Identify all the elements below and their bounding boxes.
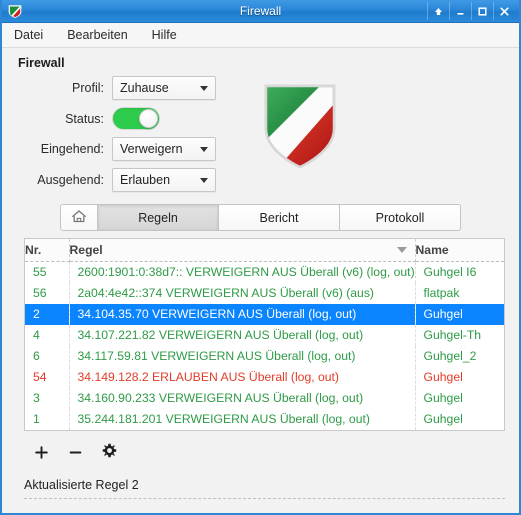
chevron-down-icon[interactable] [396,247,407,253]
menu-bar: Datei Bearbeiten Hilfe [2,23,519,48]
tab-protokoll-label: Protokoll [375,210,425,225]
cell-regel: 34.149.128.2 ERLAUBEN AUS Überall (log, … [69,366,416,388]
page-title: Firewall [18,56,65,70]
column-header-nr[interactable]: Nr. [25,239,70,262]
title-bar[interactable]: Firewall [2,0,519,23]
main-content: Firewall Profil: Zuhause Status: Eingehe… [2,48,519,513]
minimize-button[interactable] [449,2,471,20]
rules-action-toolbar [24,439,505,467]
profile-value: Zuhause [120,81,169,95]
column-header-regel-label: Regel [69,243,103,257]
outgoing-policy-select[interactable]: Erlauben [112,168,216,192]
bottom-divider [24,497,505,500]
rules-table-header: Nr. Regel Name [25,239,504,262]
status-toggle[interactable] [112,107,160,130]
shade-button[interactable] [427,2,449,20]
outgoing-policy-value: Erlauben [120,173,171,187]
menu-item-datei[interactable]: Datei [12,26,45,44]
table-row[interactable]: 1 35.244.181.201 VERWEIGERN AUS Überall (… [25,408,504,430]
table-row[interactable]: 4 34.107.221.82 VERWEIGERN AUS Überall (l… [25,324,504,346]
cell-name: Guhgel [415,303,504,325]
firewall-shield-logo [262,82,338,177]
cell-nr: 54 [25,366,70,388]
table-row[interactable]: 54 34.149.128.2 ERLAUBEN AUS Überall (log… [25,366,504,388]
cell-name: Guhgel [423,370,463,384]
rules-table-body: 55 2600:1901:0:38d7:: VERWEIGERN AUS Über… [25,261,504,430]
table-row[interactable]: 56 2a04:4e42::374 VERWEIGERN AUS Überall … [25,282,504,304]
cell-name: Guhgel [423,391,463,405]
chevron-down-icon [200,146,208,152]
cell-name: Guhgel I6 [423,265,477,280]
cell-nr: 1 [25,408,70,430]
incoming-policy-select[interactable]: Verweigern [112,137,216,161]
cell-regel: 34.117.59.81 VERWEIGERN AUS Überall (log… [69,345,416,367]
rules-table-container: Nr. Regel Name 55 2600:1901:0:38d7:: VERW… [24,238,505,431]
cell-regel: 34.160.90.233 VERWEIGERN AUS Überall (lo… [69,387,416,409]
tab-protokoll[interactable]: Protokoll [340,204,461,231]
cell-nr: 56 [25,282,70,304]
close-button[interactable] [493,2,515,20]
toggle-knob [139,109,158,128]
home-icon [71,209,87,227]
profile-select[interactable]: Zuhause [112,76,216,100]
rule-settings-button[interactable] [92,440,126,466]
status-label: Status: [65,111,104,126]
tab-bericht-label: Bericht [259,210,299,225]
cell-nr: 6 [25,345,70,367]
chevron-down-icon [200,85,208,91]
settings-grid: Profil: Zuhause Status: Eingehend: Verwe… [2,76,216,192]
cell-regel: 2600:1901:0:38d7:: VERWEIGERN AUS Überal… [69,261,416,283]
tab-bar: Regeln Bericht Protokoll [60,204,519,231]
incoming-policy-value: Verweigern [120,142,183,156]
cell-nr: 4 [25,324,70,346]
table-row[interactable]: 2 34.104.35.70 VERWEIGERN AUS Überall (lo… [25,303,504,325]
firewall-window: Firewall Datei Bearbeiten Hilfe Firewall… [0,0,521,515]
table-row[interactable]: 55 2600:1901:0:38d7:: VERWEIGERN AUS Über… [25,261,504,283]
incoming-label: Eingehend: [40,142,104,156]
menu-item-hilfe[interactable]: Hilfe [150,26,179,44]
tab-bericht[interactable]: Bericht [219,204,340,231]
table-row[interactable]: 3 34.160.90.233 VERWEIGERN AUS Überall (l… [25,387,504,409]
screen: Firewall Datei Bearbeiten Hilfe Firewall… [0,0,521,515]
remove-rule-button[interactable] [58,440,92,466]
rules-table: Nr. Regel Name 55 2600:1901:0:38d7:: VERW… [25,239,504,430]
settings-area: Profil: Zuhause Status: Eingehend: Verwe… [2,74,519,196]
menu-item-bearbeiten[interactable]: Bearbeiten [65,26,129,44]
add-rule-button[interactable] [24,440,58,466]
tab-regeln[interactable]: Regeln [98,204,219,231]
cell-nr: 55 [25,261,70,283]
maximize-button[interactable] [471,2,493,20]
cell-name: flatpak [423,286,460,300]
cell-regel: 35.244.181.201 VERWEIGERN AUS Überall (l… [69,408,416,430]
cell-name: Guhgel_2 [423,349,477,363]
cell-nr: 3 [25,387,70,409]
cell-name: Guhgel-Th [423,328,482,342]
table-row[interactable]: 6 34.117.59.81 VERWEIGERN AUS Überall (lo… [25,345,504,367]
gear-icon [102,443,117,462]
column-header-name[interactable]: Name [415,239,504,262]
outgoing-label: Ausgehend: [37,173,104,187]
cell-regel: 34.104.35.70 VERWEIGERN AUS Überall (log… [69,303,416,325]
table-header-row: Nr. Regel Name [25,239,504,262]
window-controls [427,2,517,20]
cell-regel: 34.107.221.82 VERWEIGERN AUS Überall (lo… [69,324,416,346]
cell-regel: 2a04:4e42::374 VERWEIGERN AUS Überall (v… [69,282,416,304]
cell-name: Guhgel [423,412,463,426]
chevron-down-icon [200,177,208,183]
profile-label: Profil: [72,81,104,95]
status-bar: Aktualisierte Regel 2 [24,477,139,492]
column-header-regel[interactable]: Regel [69,239,416,262]
cell-nr: 2 [25,303,70,325]
tab-regeln-label: Regeln [138,210,178,225]
window-shield-icon [6,2,24,20]
tab-home[interactable] [60,204,98,231]
